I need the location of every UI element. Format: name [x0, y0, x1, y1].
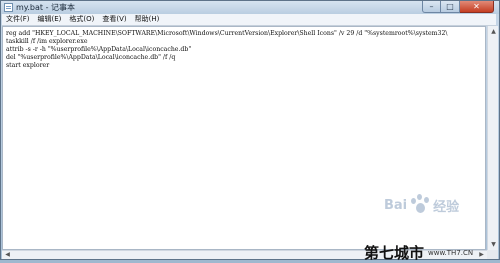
editor-line-1: reg add "HKEY_LOCAL_MACHINE\SOFTWARE\Mic… [6, 30, 448, 37]
menu-file[interactable]: 文件(F) [2, 14, 34, 25]
site-watermark-en: www.TH7.CN [428, 248, 474, 257]
maximize-icon: □ [446, 2, 454, 11]
menu-help[interactable]: 帮助(H) [131, 14, 164, 25]
notepad-window: my.bat - 记事本 – □ ✕ 文件(F) 编辑(E) 格式(O) 查看(… [0, 0, 500, 260]
scroll-left-icon[interactable]: ◀ [3, 251, 12, 259]
baidu-watermark-text-2: 经验 [433, 199, 460, 215]
title-bar[interactable]: my.bat - 记事本 – □ ✕ [1, 1, 499, 14]
scroll-right-icon[interactable]: ▶ [477, 251, 486, 259]
minimize-icon: – [429, 2, 434, 11]
paw-icon [409, 194, 431, 216]
scroll-up-icon[interactable]: ▲ [489, 27, 498, 36]
editor-line-2: taskkill /f /im explorer.exe [6, 38, 88, 45]
vertical-scrollbar[interactable]: ▲ ▼ [487, 26, 498, 250]
text-editor[interactable]: reg add "HKEY_LOCAL_MACHINE\SOFTWARE\Mic… [2, 26, 486, 250]
editor-line-5: start explorer [6, 62, 50, 69]
editor-line-4: del "%userprofile%\AppData\Local\iconcac… [6, 54, 176, 61]
close-button[interactable]: ✕ [460, 1, 494, 13]
minimize-button[interactable]: – [422, 1, 441, 13]
window-title: my.bat - 记事本 [16, 3, 76, 12]
scroll-down-icon[interactable]: ▼ [489, 240, 498, 249]
maximize-button[interactable]: □ [441, 1, 460, 13]
close-icon: ✕ [473, 2, 480, 11]
editor-line-3: attrib -s -r -h "%userprofile%\AppData\L… [6, 46, 192, 53]
menu-bar: 文件(F) 编辑(E) 格式(O) 查看(V) 帮助(H) [2, 14, 496, 26]
menu-format[interactable]: 格式(O) [65, 14, 98, 25]
size-grip[interactable] [487, 250, 498, 259]
baidu-watermark-text: Bai [384, 197, 408, 213]
notepad-icon [4, 3, 13, 12]
menu-edit[interactable]: 编辑(E) [34, 14, 66, 25]
caption-buttons: – □ ✕ [422, 1, 494, 13]
baidu-watermark: Bai 经验 [384, 194, 459, 216]
menu-view[interactable]: 查看(V) [98, 14, 130, 25]
